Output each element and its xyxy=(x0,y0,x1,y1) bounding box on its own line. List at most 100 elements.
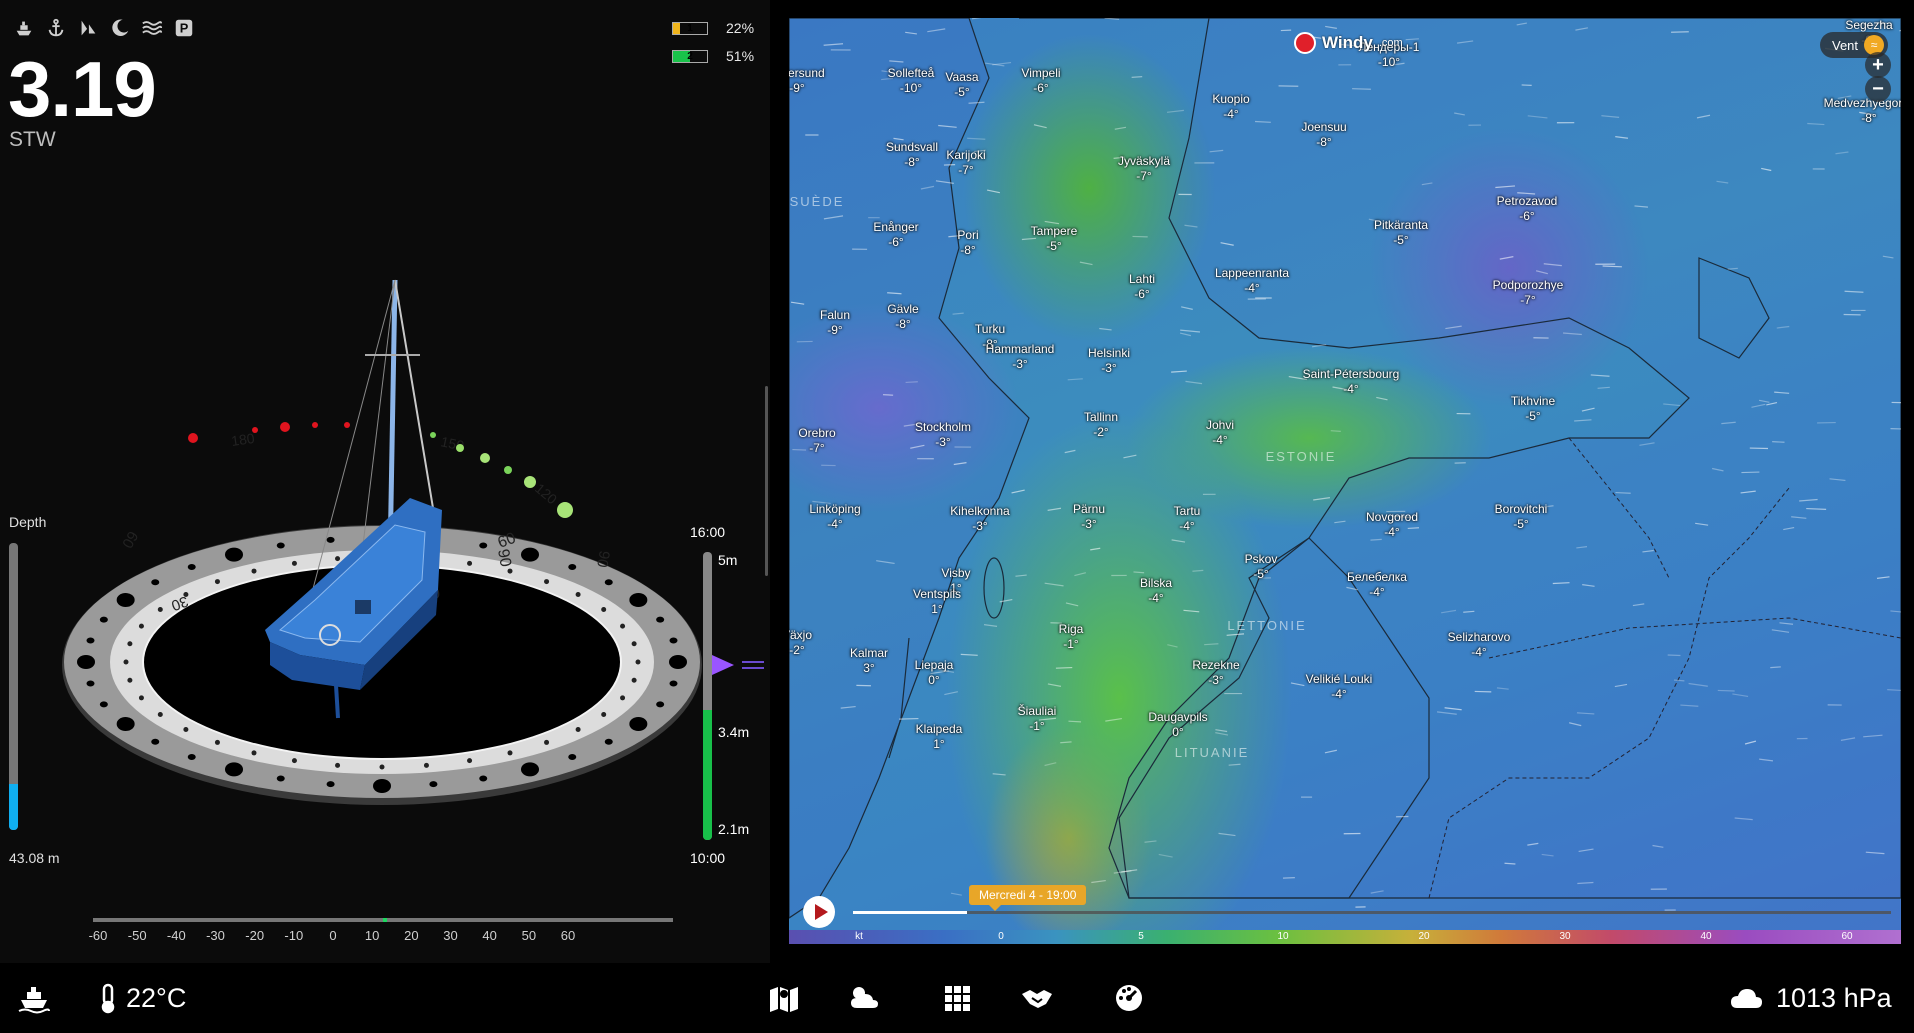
wind-particle xyxy=(999,598,1013,603)
wind-particle xyxy=(1180,329,1201,333)
boat-icon[interactable] xyxy=(12,16,36,40)
city-name: Selizharovo xyxy=(1447,630,1511,644)
city-temperature: -5° xyxy=(1253,567,1269,581)
city-label: Bilska -4° xyxy=(1140,576,1172,606)
anchor-icon[interactable] xyxy=(44,16,68,40)
compass-minor-tick xyxy=(157,712,163,717)
compass-minor-tick xyxy=(620,623,626,629)
legend-label: 0 xyxy=(998,931,1004,942)
windy-logo-suffix: .com xyxy=(1378,37,1403,49)
compass-tick xyxy=(479,775,488,782)
compass-minor-tick xyxy=(214,579,220,585)
battery-2-number: 2 xyxy=(687,50,693,62)
windy-map[interactable]: Sollefteå -10° Vaasa -5° Vimpeli -6° Kuopio -4°… xyxy=(789,18,1901,944)
wind-particle xyxy=(1065,602,1079,607)
city-name: Sollefteå xyxy=(887,66,935,80)
wind-particle xyxy=(1667,654,1681,657)
tide-low-label: 2.1m xyxy=(718,821,750,837)
city-temperature: -5° xyxy=(1046,239,1062,253)
panel-scrollbar[interactable] xyxy=(765,386,768,576)
compass-tick xyxy=(151,738,160,745)
compass-minor-tick xyxy=(507,568,513,574)
legend-label: 30 xyxy=(1559,931,1571,942)
heel-scale-label: 20 xyxy=(404,928,419,943)
timeline-slider[interactable] xyxy=(853,911,1891,914)
city-label: Saint-Pétersbourg -4° xyxy=(1303,367,1400,397)
compass-label: 120 xyxy=(532,480,560,507)
city-label: Klaipeda 1° xyxy=(916,722,963,752)
compass-tick xyxy=(116,593,135,607)
wind-particle xyxy=(1183,609,1200,613)
dashboard-icon[interactable] xyxy=(1111,981,1147,1015)
compass-minor-tick xyxy=(335,556,341,562)
waves-icon[interactable] xyxy=(140,16,164,40)
compass-minor-tick xyxy=(379,764,385,770)
weather-icon[interactable] xyxy=(846,981,882,1015)
city-temperature: -4° xyxy=(1244,281,1260,295)
city-name: Velikié Louki xyxy=(1305,672,1373,686)
city-name: Visby xyxy=(941,566,971,580)
city-label: Helsinki -3° xyxy=(1088,346,1130,376)
compass-minor-tick xyxy=(251,750,257,756)
wind-particle xyxy=(1597,386,1610,389)
city-name: Östersund xyxy=(789,66,825,80)
temperature-value: 22°C xyxy=(126,983,187,1013)
windy-logo[interactable]: Windy .com xyxy=(1294,32,1403,54)
compass-tick xyxy=(187,753,196,760)
wind-particle xyxy=(1806,507,1827,510)
moon-icon[interactable] xyxy=(108,16,132,40)
wind-particle xyxy=(1033,124,1047,129)
city-label: Sollefteå -10° xyxy=(888,66,935,96)
wind-particle xyxy=(1772,441,1785,443)
city-temperature: 0° xyxy=(1172,725,1184,739)
city-label: Vimpeli -6° xyxy=(1021,66,1060,96)
city-temperature: -6° xyxy=(1519,209,1535,223)
city-name: Novgorod xyxy=(1365,510,1419,524)
compass-minor-tick xyxy=(251,568,257,574)
compass-minor-tick xyxy=(507,750,513,756)
legend-label: 60 xyxy=(1841,931,1853,942)
city-name: Karijoki xyxy=(946,148,986,162)
wind-particle xyxy=(952,312,964,315)
parking-icon[interactable]: P xyxy=(172,16,196,40)
timeline-progress xyxy=(853,911,968,914)
compass-minor-tick xyxy=(467,560,473,566)
svg-text:P: P xyxy=(180,21,189,36)
thermometer-icon xyxy=(90,981,126,1015)
zoom-out-button[interactable]: − xyxy=(1865,76,1891,102)
city-label: Karijoki -7° xyxy=(946,148,985,178)
city-name: Pitkäranta xyxy=(1373,218,1429,232)
handshake-icon[interactable] xyxy=(1019,981,1055,1015)
wind-particle xyxy=(1192,569,1204,572)
sailing-icon[interactable] xyxy=(76,16,100,40)
city-name: Riga xyxy=(1058,622,1084,636)
city-temperature: -4° xyxy=(1343,382,1359,396)
boat-icon[interactable] xyxy=(16,981,52,1015)
city-label: Selizharovo -4° xyxy=(1448,630,1511,660)
battery-1-number: 1 xyxy=(687,22,693,34)
compass-minor-tick xyxy=(601,712,607,717)
heel-scale-labels: -60 -50 -40 -30 -20 -10 0 10 20 30 40 50 60 xyxy=(88,928,688,948)
wind-particle xyxy=(1574,419,1592,422)
city-temperature: -7° xyxy=(809,441,825,455)
city-name: Enånger xyxy=(873,220,919,234)
city-name: Liepaja xyxy=(914,658,954,672)
grid-icon[interactable] xyxy=(940,981,976,1015)
city-name: Stockholm xyxy=(914,420,972,434)
map-icon[interactable] xyxy=(766,981,802,1015)
play-button[interactable] xyxy=(803,896,835,928)
legend-label: 5 xyxy=(1138,931,1144,942)
tide-low-time: 10:00 xyxy=(690,850,726,866)
city-label: Växjo-2° xyxy=(789,628,812,658)
city-label: Kalmar 3° xyxy=(850,646,888,676)
city-temperature: 1° xyxy=(931,602,943,616)
heel-scale-label: -50 xyxy=(127,928,147,943)
wind-particle xyxy=(1590,374,1610,377)
country-label-latvia: LETTONIE xyxy=(1227,618,1307,633)
compass-minor-tick xyxy=(620,695,626,701)
zoom-in-button[interactable]: + xyxy=(1865,52,1891,78)
compass-tick xyxy=(99,616,108,623)
city-label: Petrozavod -6° xyxy=(1497,194,1558,224)
compass-tick xyxy=(86,680,95,687)
wind-particle xyxy=(1015,574,1027,577)
